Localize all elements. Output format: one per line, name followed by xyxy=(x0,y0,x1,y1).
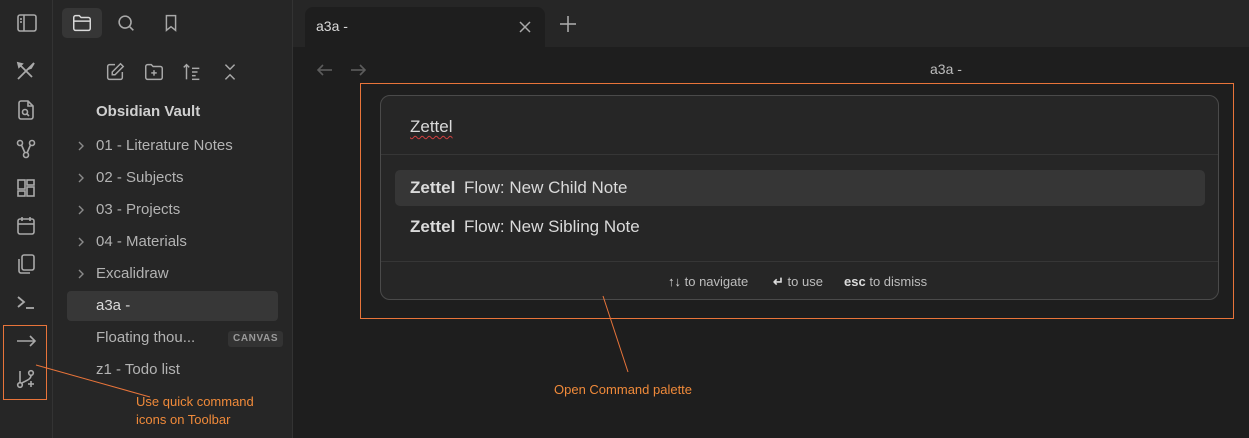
chevron-right-icon xyxy=(75,268,87,280)
tree-item-label: a3a - xyxy=(96,297,131,314)
tree-item-label: Floating thou... xyxy=(96,329,196,346)
suggestion-text: Flow: New Sibling Note xyxy=(464,217,640,236)
file-item[interactable]: z1 - Todo list xyxy=(67,355,278,385)
instruction-item: ↑↓ to navigate xyxy=(668,274,748,289)
toolbar-annotation-note: Use quick command icons on Toolbar xyxy=(136,393,254,429)
tree-item-label: Excalidraw xyxy=(96,265,169,282)
bookmark-icon xyxy=(165,14,177,32)
tree-item-label: 03 - Projects xyxy=(96,201,181,218)
palette-annotation-note: Open Command palette xyxy=(554,382,693,397)
palette-search-input[interactable]: Zettel xyxy=(410,117,453,137)
chevron-right-icon xyxy=(75,204,87,216)
bookmarks-tab-button[interactable] xyxy=(151,8,191,38)
calendar-icon[interactable] xyxy=(14,214,38,238)
folder-item[interactable]: Excalidraw xyxy=(67,259,278,289)
instruction-text: to dismiss xyxy=(869,274,928,289)
files-icon xyxy=(73,14,91,32)
folder-item[interactable]: 02 - Subjects xyxy=(67,163,278,193)
file-type-badge: CANVAS xyxy=(228,331,284,347)
view-title[interactable]: a3a - xyxy=(930,61,962,77)
search-icon xyxy=(118,15,134,31)
sort-button[interactable] xyxy=(179,59,205,85)
tree-item-label: z1 - Todo list xyxy=(96,361,180,378)
tree-item-label: 01 - Literature Notes xyxy=(96,137,233,154)
folder-item[interactable]: 01 - Literature Notes xyxy=(67,131,278,161)
toolbar-note-line1: Use quick command xyxy=(136,394,254,409)
new-note-icon xyxy=(106,62,125,81)
toolbar-annotation-box xyxy=(3,325,47,400)
divider xyxy=(381,154,1218,155)
divider xyxy=(381,261,1218,262)
suggestion-match: Zettel xyxy=(410,178,456,197)
instruction-key: esc xyxy=(844,274,866,289)
sidebar-toggle-icon[interactable] xyxy=(15,11,39,35)
file-item[interactable]: a3a - xyxy=(67,291,278,321)
suggestion-match: Zettel xyxy=(410,217,456,236)
file-item[interactable]: Floating thou... CANVAS xyxy=(67,323,284,353)
collapse-icon xyxy=(224,64,236,80)
suggestion-item[interactable]: Zettel Flow: New Sibling Note xyxy=(395,209,1205,245)
instruction-text: to use xyxy=(787,274,823,289)
instruction-key: ↵ xyxy=(773,274,784,289)
folder-item[interactable]: 04 - Materials xyxy=(67,227,278,257)
suggestion-text: Flow: New Child Note xyxy=(464,178,628,197)
excalidraw-icon[interactable] xyxy=(14,59,38,83)
instruction-text: to navigate xyxy=(684,274,749,289)
instruction-item: esc to dismiss xyxy=(844,274,927,289)
folder-item[interactable]: 03 - Projects xyxy=(67,195,278,225)
tab-a3a[interactable]: a3a - xyxy=(305,7,545,47)
chevron-right-icon xyxy=(75,140,87,152)
suggestion-item[interactable]: Zettel Flow: New Child Note xyxy=(395,170,1205,206)
chevron-right-icon xyxy=(75,236,87,248)
files-tab-button[interactable] xyxy=(62,8,102,38)
toolbar-note-line2: icons on Toolbar xyxy=(136,412,231,427)
tree-item-label: 04 - Materials xyxy=(96,233,187,250)
new-folder-icon xyxy=(145,63,163,81)
graph-icon[interactable] xyxy=(14,137,38,161)
plus-icon[interactable] xyxy=(558,14,578,34)
sort-icon xyxy=(183,63,200,81)
tree-item-label: 02 - Subjects xyxy=(96,169,184,186)
file-explorer: Obsidian Vault 01 - Literature Notes 02 -… xyxy=(53,0,293,438)
close-icon[interactable] xyxy=(517,19,533,35)
new-note-button[interactable] xyxy=(102,59,128,85)
instruction-key: ↑↓ xyxy=(668,274,681,289)
collapse-all-button[interactable] xyxy=(217,59,243,85)
chevron-right-icon xyxy=(75,172,87,184)
file-search-icon[interactable] xyxy=(14,98,38,122)
vault-name[interactable]: Obsidian Vault xyxy=(96,103,200,120)
arrow-left-icon[interactable] xyxy=(315,60,335,80)
terminal-icon[interactable] xyxy=(14,290,38,314)
copy-icon[interactable] xyxy=(14,252,38,276)
instruction-item: ↵ to use xyxy=(773,274,823,290)
search-tab-button[interactable] xyxy=(106,8,146,38)
dashboard-icon[interactable] xyxy=(14,176,38,200)
command-palette: Zettel Zettel Flow: New Child Note Zettel F… xyxy=(380,95,1219,300)
new-folder-button[interactable] xyxy=(141,59,167,85)
tab-title: a3a - xyxy=(316,18,348,34)
arrow-forward-icon[interactable] xyxy=(348,60,368,80)
